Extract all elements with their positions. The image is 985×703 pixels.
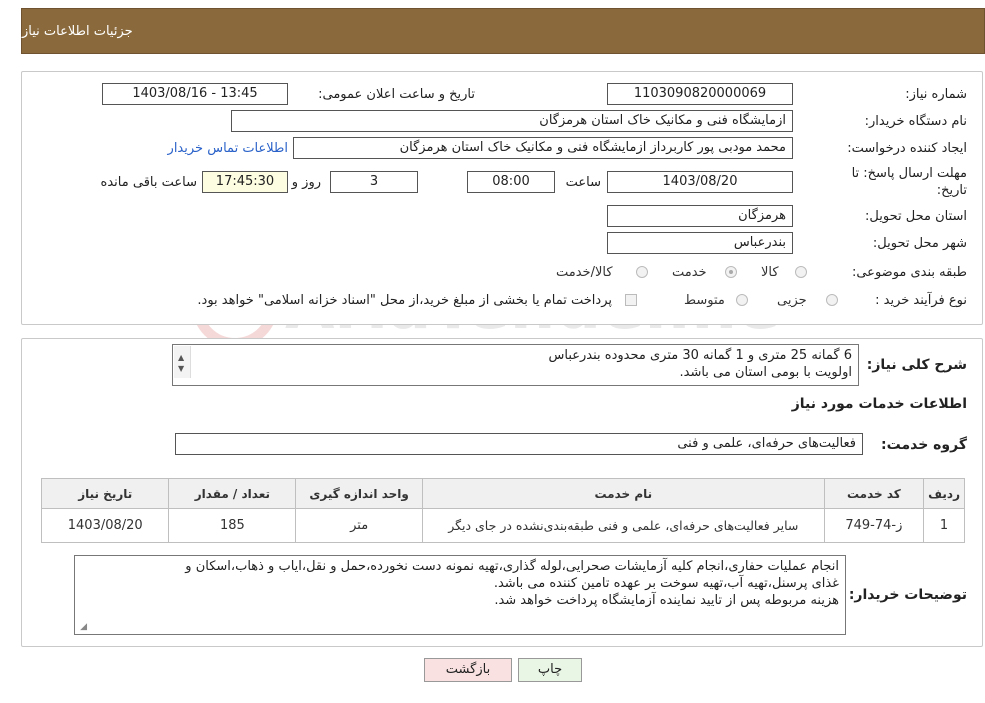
description-line-1: 6 گمانه 25 متری و 1 گمانه 30 متری محدوده…	[548, 348, 852, 363]
cell-service-code: ز-74-749	[823, 508, 925, 543]
col-unit: واحد اندازه گیری	[295, 478, 424, 509]
category-option-goods: کالا	[761, 265, 779, 280]
remaining-time-field: 17:45:30	[202, 171, 288, 193]
remaining-time-label: ساعت باقی مانده	[100, 175, 197, 190]
print-button[interactable]: چاپ	[518, 658, 582, 682]
process-type-label: نوع فرآیند خرید :	[875, 293, 967, 308]
buyer-contact-link[interactable]: اطلاعات تماس خریدار	[168, 141, 288, 156]
city-label: شهر محل تحویل:	[872, 236, 967, 251]
table-header-row: ردیف کد خدمت نام خدمت واحد اندازه گیری ت…	[40, 478, 965, 509]
service-group-label: گروه خدمت:	[881, 437, 967, 453]
col-quantity: تعداد / مقدار	[168, 478, 297, 509]
scroll-down-icon[interactable]: ▼	[178, 360, 184, 377]
services-table: ردیف کد خدمت نام خدمت واحد اندازه گیری ت…	[40, 478, 965, 543]
cell-service-name: سایر فعالیت‌های حرفه‌ای، علمی و فنی طبقه…	[422, 508, 825, 543]
city-field[interactable]: بندرعباس	[607, 232, 793, 254]
process-option-medium: متوسط	[684, 293, 725, 308]
category-option-goods-service: کالا/خدمت	[556, 265, 613, 280]
category-label: طبقه بندی موضوعی:	[851, 265, 967, 280]
description-textarea[interactable]: ▲ ▼ 6 گمانه 25 متری و 1 گمانه 30 متری مح…	[172, 344, 859, 386]
cell-row-number: 1	[923, 508, 965, 543]
cell-quantity: 185	[168, 508, 297, 543]
need-number-label: شماره نیاز:	[905, 87, 967, 102]
buyer-notes-textarea[interactable]: انجام عملیات حفاری،انجام کلیه آزمایشات ص…	[74, 555, 846, 635]
province-label: استان محل تحویل:	[865, 209, 967, 224]
services-section-title: اطلاعات خدمات مورد نیاز	[791, 396, 967, 412]
deadline-time-label: ساعت	[565, 175, 601, 190]
buyer-notes-label: توضیحات خریدار:	[848, 587, 967, 603]
remaining-days-field[interactable]: 3	[330, 171, 418, 193]
buyer-org-field[interactable]: ازمایشگاه فنی و مکانیک خاک استان هرمزگان	[231, 110, 793, 132]
treasury-payment-note: پرداخت تمام یا بخشی از مبلغ خرید،از محل …	[197, 293, 612, 308]
description-scroll[interactable]: ▲ ▼	[174, 346, 191, 378]
deadline-label: مهلت ارسال پاسخ: تا	[851, 166, 967, 181]
description-label: شرح کلی نیاز:	[866, 357, 967, 373]
category-radio-service[interactable]	[725, 266, 737, 278]
deadline-date-field[interactable]: 1403/08/20	[607, 171, 793, 193]
service-group-field[interactable]: فعالیت‌های حرفه‌ای، علمی و فنی	[175, 433, 863, 455]
table-row: 1 ز-74-749 سایر فعالیت‌های حرفه‌ای، علمی…	[40, 508, 965, 543]
remaining-days-label: روز و	[291, 175, 321, 190]
deadline-time-field[interactable]: 08:00	[467, 171, 555, 193]
col-need-date: تاریخ نیاز	[40, 478, 170, 509]
need-number-field[interactable]: 1103090820000069	[607, 83, 793, 105]
cell-need-date: 1403/08/20	[40, 508, 170, 543]
process-option-minor: جزیی	[777, 293, 807, 308]
category-radio-goods-service[interactable]	[636, 266, 648, 278]
page-header: جزئیات اطلاعات نیاز	[21, 8, 985, 54]
buyer-notes-line-1: انجام عملیات حفاری،انجام کلیه آزمایشات ص…	[185, 559, 839, 574]
buyer-notes-line-3: هزینه مربوطه پس از تایید نماینده آزمایشگ…	[494, 593, 839, 608]
requester-field[interactable]: محمد مودبی پور کاربرداز ازمایشگاه فنی و …	[293, 137, 793, 159]
col-row-number: ردیف	[923, 478, 965, 509]
page-title: جزئیات اطلاعات نیاز	[22, 23, 133, 39]
description-line-2: اولویت با بومی استان می باشد.	[679, 365, 853, 380]
back-button[interactable]: بازگشت	[424, 658, 512, 682]
buyer-notes-line-2: غذای پرسنل،تهیه آب،تهیه سوخت بر عهده تام…	[493, 576, 839, 591]
province-field[interactable]: هرمزگان	[607, 205, 793, 227]
announce-datetime-label: تاریخ و ساعت اعلان عمومی:	[318, 87, 475, 102]
process-radio-minor[interactable]	[826, 294, 838, 306]
requester-label: ایجاد کننده درخواست:	[847, 141, 967, 156]
process-radio-medium[interactable]	[736, 294, 748, 306]
category-radio-goods[interactable]	[795, 266, 807, 278]
cell-unit: متر	[295, 508, 424, 543]
col-service-name: نام خدمت	[422, 478, 825, 509]
buyer-org-label: نام دستگاه خریدار:	[864, 114, 967, 129]
announce-datetime-field[interactable]: 1403/08/16 - 13:45	[102, 83, 288, 105]
treasury-payment-checkbox[interactable]	[625, 294, 637, 306]
col-service-code: کد خدمت	[823, 478, 925, 509]
deadline-label-date: تاریخ:	[936, 183, 967, 198]
category-option-service: خدمت	[672, 265, 707, 280]
resize-grip-icon[interactable]: ◢	[78, 623, 87, 632]
